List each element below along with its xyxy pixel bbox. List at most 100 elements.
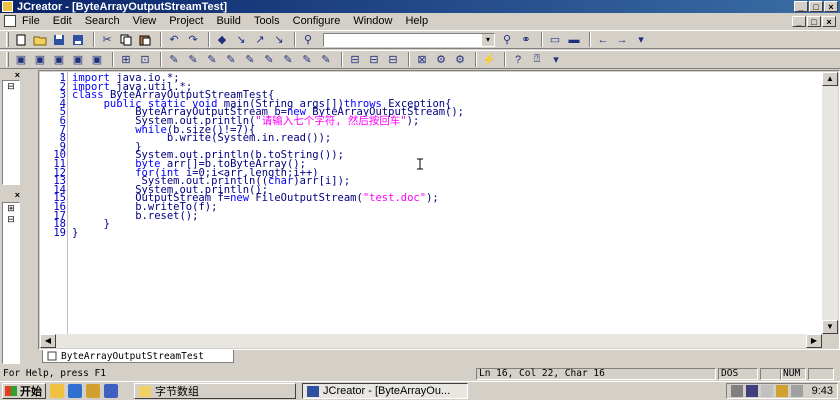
menu-edit[interactable]: Edit [53,15,72,27]
help-icon[interactable]: ? [510,53,526,67]
cut-icon[interactable]: ✂ [99,33,115,47]
forward-arrow-icon[interactable]: → [614,33,630,47]
task-button-jcreator[interactable]: JCreator - [ByteArrayOu... [302,383,468,399]
menu-tools[interactable]: Tools [254,15,280,27]
tray-icon-4[interactable] [775,385,788,397]
paste-icon[interactable] [137,33,153,47]
save-icon[interactable] [51,33,67,47]
context-help-icon[interactable]: ⍰ [529,53,545,67]
class-tree-collapse-icon[interactable]: ⊟ [3,214,19,225]
find-combo-dropdown-icon[interactable]: ▾ [482,33,494,46]
toolbar2-overflow-icon[interactable]: ▾ [548,53,564,67]
window-cascade-icon[interactable]: ▬ [566,33,582,47]
workspace-pane[interactable]: ⊟ [2,80,20,185]
bookmark-clear-icon[interactable]: ↘ [271,33,287,47]
maximize-button[interactable]: □ [809,1,823,12]
build-project-icon[interactable]: ⊟ [366,53,382,67]
uncomment-icon[interactable]: ✎ [223,53,239,67]
new-file-icon[interactable] [13,33,29,47]
vertical-scrollbar[interactable]: ▲ ▼ [822,72,838,334]
find-in-files-icon[interactable]: ⚲ [499,33,515,47]
debug-options-icon[interactable]: ⚙ [452,53,468,67]
quicklaunch-outlook-icon[interactable] [86,384,100,398]
save-all-icon[interactable] [70,33,86,47]
class-pane[interactable]: ⊞ ⊟ [2,202,20,364]
mdi-minimize-button[interactable]: _ [792,15,806,27]
mdi-restore-button[interactable]: □ [807,15,821,27]
minimize-button[interactable]: _ [794,1,808,12]
window-tile-icon[interactable]: ▭ [547,33,563,47]
menu-view[interactable]: View [133,15,157,27]
replace-icon[interactable]: ⚭ [518,33,534,47]
tray-icon-2[interactable] [745,385,758,397]
uppercase-icon[interactable]: ✎ [299,53,315,67]
task-button-folder[interactable]: 字节数组 [134,383,296,399]
compile-file-icon[interactable]: ⊟ [347,53,363,67]
code-editor[interactable]: 1 2 3 4 5 6 7 8 9 10 11 12 13 14 15 16 17 18 19 import jav… [40,72,822,334]
menu-window[interactable]: Window [353,15,392,27]
tools-icon[interactable]: ⚡ [481,53,497,67]
copy-icon[interactable] [118,33,134,47]
workspace-icon[interactable]: ▣ [13,53,29,67]
bookmark-icon[interactable]: ◆ [214,33,230,47]
find-binoculars-icon[interactable]: ⚲ [300,33,316,47]
bookmark-next-icon[interactable]: ↘ [233,33,249,47]
menu-build[interactable]: Build [216,15,240,27]
menu-search[interactable]: Search [85,15,120,27]
menu-project[interactable]: Project [169,15,203,27]
tray-icon-5[interactable] [790,385,803,397]
indent-icon[interactable]: ✎ [166,53,182,67]
file-view-icon[interactable]: ▣ [51,53,67,67]
untab-icon[interactable]: ✎ [280,53,296,67]
compile-icon[interactable]: ⊞ [118,53,134,67]
tab-icon[interactable]: ✎ [261,53,277,67]
quicklaunch-ie-icon[interactable] [68,384,82,398]
format-icon[interactable]: ✎ [242,53,258,67]
quicklaunch-media-icon[interactable] [104,384,118,398]
toolbar-separator [589,32,591,47]
close-button[interactable]: × [824,1,838,12]
rebuild-icon[interactable]: ⊟ [385,53,401,67]
debug-icon[interactable]: ⚙ [433,53,449,67]
lowercase-icon[interactable]: ✎ [318,53,334,67]
mdi-close-button[interactable]: × [822,15,836,27]
tray-icon-1[interactable] [730,385,743,397]
comment-icon[interactable]: ✎ [204,53,220,67]
quicklaunch-desktop-icon[interactable] [50,384,64,398]
scroll-down-button[interactable]: ▼ [822,320,838,334]
scroll-left-button[interactable]: ◀ [40,334,56,348]
menu-help[interactable]: Help [405,15,428,27]
scroll-right-button[interactable]: ▶ [806,334,822,348]
class-view-icon[interactable]: ▣ [70,53,86,67]
standard-toolbar: ✂ ↶ ↷ ◆ ↘ ↗ ↘ ⚲ ▾ ⚲ ⚭ ▭ ▬ ← → ▾ [0,30,840,49]
workspace-pane-close-icon[interactable]: × [2,70,20,80]
menu-configure[interactable]: Configure [293,15,341,27]
document-icon[interactable] [4,15,16,27]
tab-label: ByteArrayOutputStreamTest [61,350,204,362]
execute-icon[interactable]: ⊠ [414,53,430,67]
start-button[interactable]: 开始 [2,383,46,399]
class-pane-close-icon[interactable]: × [2,190,20,200]
workspace-tree-expand-icon[interactable]: ⊟ [3,81,19,92]
undo-icon[interactable]: ↶ [166,33,182,47]
full-screen-icon[interactable]: ▣ [89,53,105,67]
redo-icon[interactable]: ↷ [185,33,201,47]
open-folder-icon[interactable] [32,33,48,47]
output-window-icon[interactable]: ▣ [32,53,48,67]
tray-volume-icon[interactable] [760,385,773,397]
outdent-icon[interactable]: ✎ [185,53,201,67]
scroll-up-button[interactable]: ▲ [822,72,838,86]
toolbar-grip[interactable] [6,52,9,67]
horizontal-scrollbar[interactable]: ◀ ▶ [40,334,822,348]
window-title: JCreator - [ByteArrayOutputStreamTest] [17,0,228,13]
class-tree-expand-icon[interactable]: ⊞ [3,203,19,214]
build-icon[interactable]: ⊡ [137,53,153,67]
back-arrow-icon[interactable]: ← [595,33,611,47]
toolbar-grip[interactable] [6,32,9,47]
title-bar: JCreator - [ByteArrayOutputStreamTest] _… [0,0,840,13]
bookmark-prev-icon[interactable]: ↗ [252,33,268,47]
find-combo[interactable]: ▾ [323,32,495,47]
menu-file[interactable]: File [22,15,40,27]
toolbar-overflow-icon[interactable]: ▾ [633,33,649,47]
tab-bytearrayoutputstreamtest[interactable]: ByteArrayOutputStreamTest [42,350,234,363]
